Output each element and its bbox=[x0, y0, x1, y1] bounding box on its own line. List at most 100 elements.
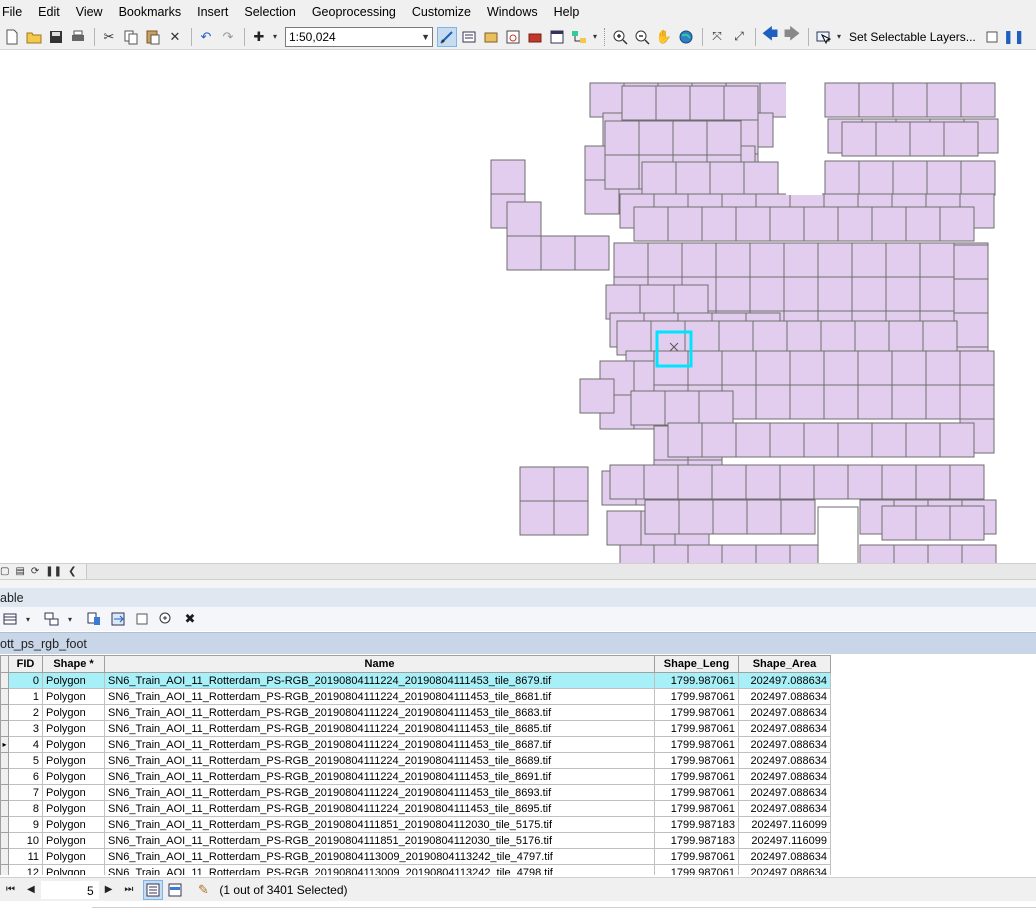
tile-footprint[interactable] bbox=[915, 464, 951, 500]
tile-footprint[interactable] bbox=[837, 206, 873, 242]
tile-footprint[interactable] bbox=[783, 242, 819, 278]
table-row[interactable]: 1 Polygon SN6_Train_AOI_11_Rotterdam_PS-RG… bbox=[0, 688, 831, 705]
tile-footprint[interactable] bbox=[854, 320, 890, 356]
paste-icon[interactable] bbox=[143, 27, 163, 47]
tile-footprint[interactable] bbox=[881, 464, 917, 500]
tile-footprint[interactable] bbox=[540, 235, 576, 271]
tile-footprint[interactable] bbox=[925, 350, 961, 386]
tile-footprint[interactable] bbox=[641, 161, 677, 197]
tile-footprint[interactable] bbox=[960, 82, 996, 118]
tile-footprint[interactable] bbox=[681, 242, 717, 278]
cell-shape[interactable]: Polygon bbox=[42, 832, 105, 849]
tile-footprint[interactable] bbox=[672, 120, 708, 156]
go-forward-arrow-icon[interactable]: 🡆 bbox=[782, 26, 802, 47]
cell-fid[interactable]: 3 bbox=[8, 720, 43, 737]
cell-shape-leng[interactable]: 1799.987183 bbox=[654, 832, 739, 849]
tile-footprint[interactable] bbox=[922, 320, 958, 356]
tile-footprint[interactable] bbox=[749, 242, 785, 278]
cell-fid[interactable]: 6 bbox=[8, 768, 43, 785]
cell-shape-leng[interactable]: 1799.987061 bbox=[654, 672, 739, 689]
tile-footprint[interactable] bbox=[823, 350, 859, 386]
tile-footprint[interactable] bbox=[919, 276, 955, 312]
current-record-input[interactable]: 5 bbox=[40, 880, 99, 899]
tile-footprint[interactable] bbox=[574, 235, 610, 271]
tile-footprint[interactable] bbox=[892, 82, 928, 118]
table-options-dropdown-icon[interactable]: ▾ bbox=[24, 609, 32, 629]
horizontal-scrollbar[interactable] bbox=[86, 564, 1036, 579]
tile-footprint[interactable] bbox=[939, 422, 975, 458]
tile-footprint[interactable] bbox=[813, 464, 849, 500]
related-tables-icon[interactable] bbox=[42, 609, 62, 629]
table-row[interactable]: 2 Polygon SN6_Train_AOI_11_Rotterdam_PS-RG… bbox=[0, 704, 831, 721]
add-data-dropdown-icon[interactable]: ▾ bbox=[271, 27, 279, 47]
tile-footprint[interactable] bbox=[604, 154, 640, 190]
row-selector[interactable] bbox=[0, 832, 9, 849]
tile-footprint[interactable] bbox=[905, 422, 941, 458]
tile-footprint[interactable] bbox=[616, 320, 652, 356]
cell-shape[interactable]: Polygon bbox=[42, 768, 105, 785]
panel-splitter[interactable] bbox=[0, 580, 1036, 588]
tile-footprint[interactable] bbox=[789, 350, 825, 386]
tile-footprint[interactable] bbox=[851, 276, 887, 312]
row-selector[interactable] bbox=[0, 752, 9, 769]
tile-footprint[interactable] bbox=[644, 499, 680, 535]
column-header-fid[interactable]: FID bbox=[8, 655, 43, 673]
row-selector[interactable] bbox=[0, 768, 9, 785]
tile-footprint[interactable] bbox=[803, 422, 839, 458]
tile-footprint[interactable] bbox=[927, 544, 963, 563]
cell-shape-leng[interactable]: 1799.987061 bbox=[654, 768, 739, 785]
tile-footprint[interactable] bbox=[619, 544, 655, 563]
tile-footprint[interactable] bbox=[630, 390, 666, 426]
row-selector[interactable] bbox=[0, 672, 9, 689]
data-view-icon[interactable]: ▢ bbox=[0, 566, 9, 577]
show-all-records-icon[interactable] bbox=[143, 879, 164, 900]
menu-edit[interactable]: Edit bbox=[30, 0, 68, 24]
tile-footprint[interactable] bbox=[506, 201, 542, 237]
cell-shape[interactable]: Polygon bbox=[42, 752, 105, 769]
tile-footprint[interactable] bbox=[579, 378, 615, 414]
menu-geoprocessing[interactable]: Geoprocessing bbox=[304, 0, 404, 24]
tile-footprint[interactable] bbox=[638, 120, 674, 156]
tile-footprint[interactable] bbox=[687, 544, 723, 563]
column-header-shape[interactable]: Shape * bbox=[42, 655, 105, 673]
tile-footprint[interactable] bbox=[939, 206, 975, 242]
menu-bookmarks[interactable]: Bookmarks bbox=[111, 0, 190, 24]
tile-footprint[interactable] bbox=[745, 464, 781, 500]
chevron-down-icon[interactable]: ▼ bbox=[421, 32, 430, 42]
cell-shape-leng[interactable]: 1799.987183 bbox=[654, 816, 739, 833]
tile-footprint[interactable] bbox=[905, 206, 941, 242]
tile-footprint[interactable] bbox=[667, 422, 703, 458]
menu-customize[interactable]: Customize bbox=[404, 0, 479, 24]
cell-fid[interactable]: 1 bbox=[8, 688, 43, 705]
tile-footprint[interactable] bbox=[841, 121, 877, 157]
tile-footprint[interactable] bbox=[769, 206, 805, 242]
search-window-icon[interactable] bbox=[503, 27, 523, 47]
cell-name[interactable]: SN6_Train_AOI_11_Rotterdam_PS-RGB_201908… bbox=[104, 784, 655, 801]
cell-fid[interactable]: 11 bbox=[8, 848, 43, 865]
cell-shape[interactable]: Polygon bbox=[42, 848, 105, 865]
tile-footprint[interactable] bbox=[789, 384, 825, 420]
cell-shape-leng[interactable]: 1799.987061 bbox=[654, 704, 739, 721]
tile-footprint[interactable] bbox=[749, 276, 785, 312]
undo-icon[interactable]: ↶ bbox=[196, 27, 216, 47]
tile-footprint[interactable] bbox=[820, 320, 856, 356]
cell-shape-area[interactable]: 202497.116099 bbox=[738, 832, 831, 849]
tile-footprint[interactable] bbox=[943, 121, 979, 157]
toolbar-overflow-icon[interactable]: ▾ bbox=[591, 27, 599, 47]
tile-footprint[interactable] bbox=[960, 160, 996, 196]
tile-footprint[interactable] bbox=[715, 242, 751, 278]
tile-footprint[interactable] bbox=[653, 350, 689, 386]
select-features-icon[interactable] bbox=[813, 27, 833, 47]
tile-footprint[interactable] bbox=[824, 82, 860, 118]
tile-footprint[interactable] bbox=[755, 350, 791, 386]
delete-selected-icon[interactable]: ✖ bbox=[180, 609, 200, 629]
cell-shape-area[interactable]: 202497.088634 bbox=[738, 800, 831, 817]
tile-footprint[interactable] bbox=[857, 350, 893, 386]
tile-footprint[interactable] bbox=[709, 161, 745, 197]
cell-shape-area[interactable]: 202497.088634 bbox=[738, 752, 831, 769]
arctoolbox-icon[interactable] bbox=[525, 27, 545, 47]
row-selector[interactable] bbox=[0, 704, 9, 721]
zoom-to-selected-icon[interactable] bbox=[156, 609, 176, 629]
table-row[interactable]: 5 Polygon SN6_Train_AOI_11_Rotterdam_PS-RG… bbox=[0, 752, 831, 769]
show-selected-records-icon[interactable] bbox=[165, 880, 185, 900]
